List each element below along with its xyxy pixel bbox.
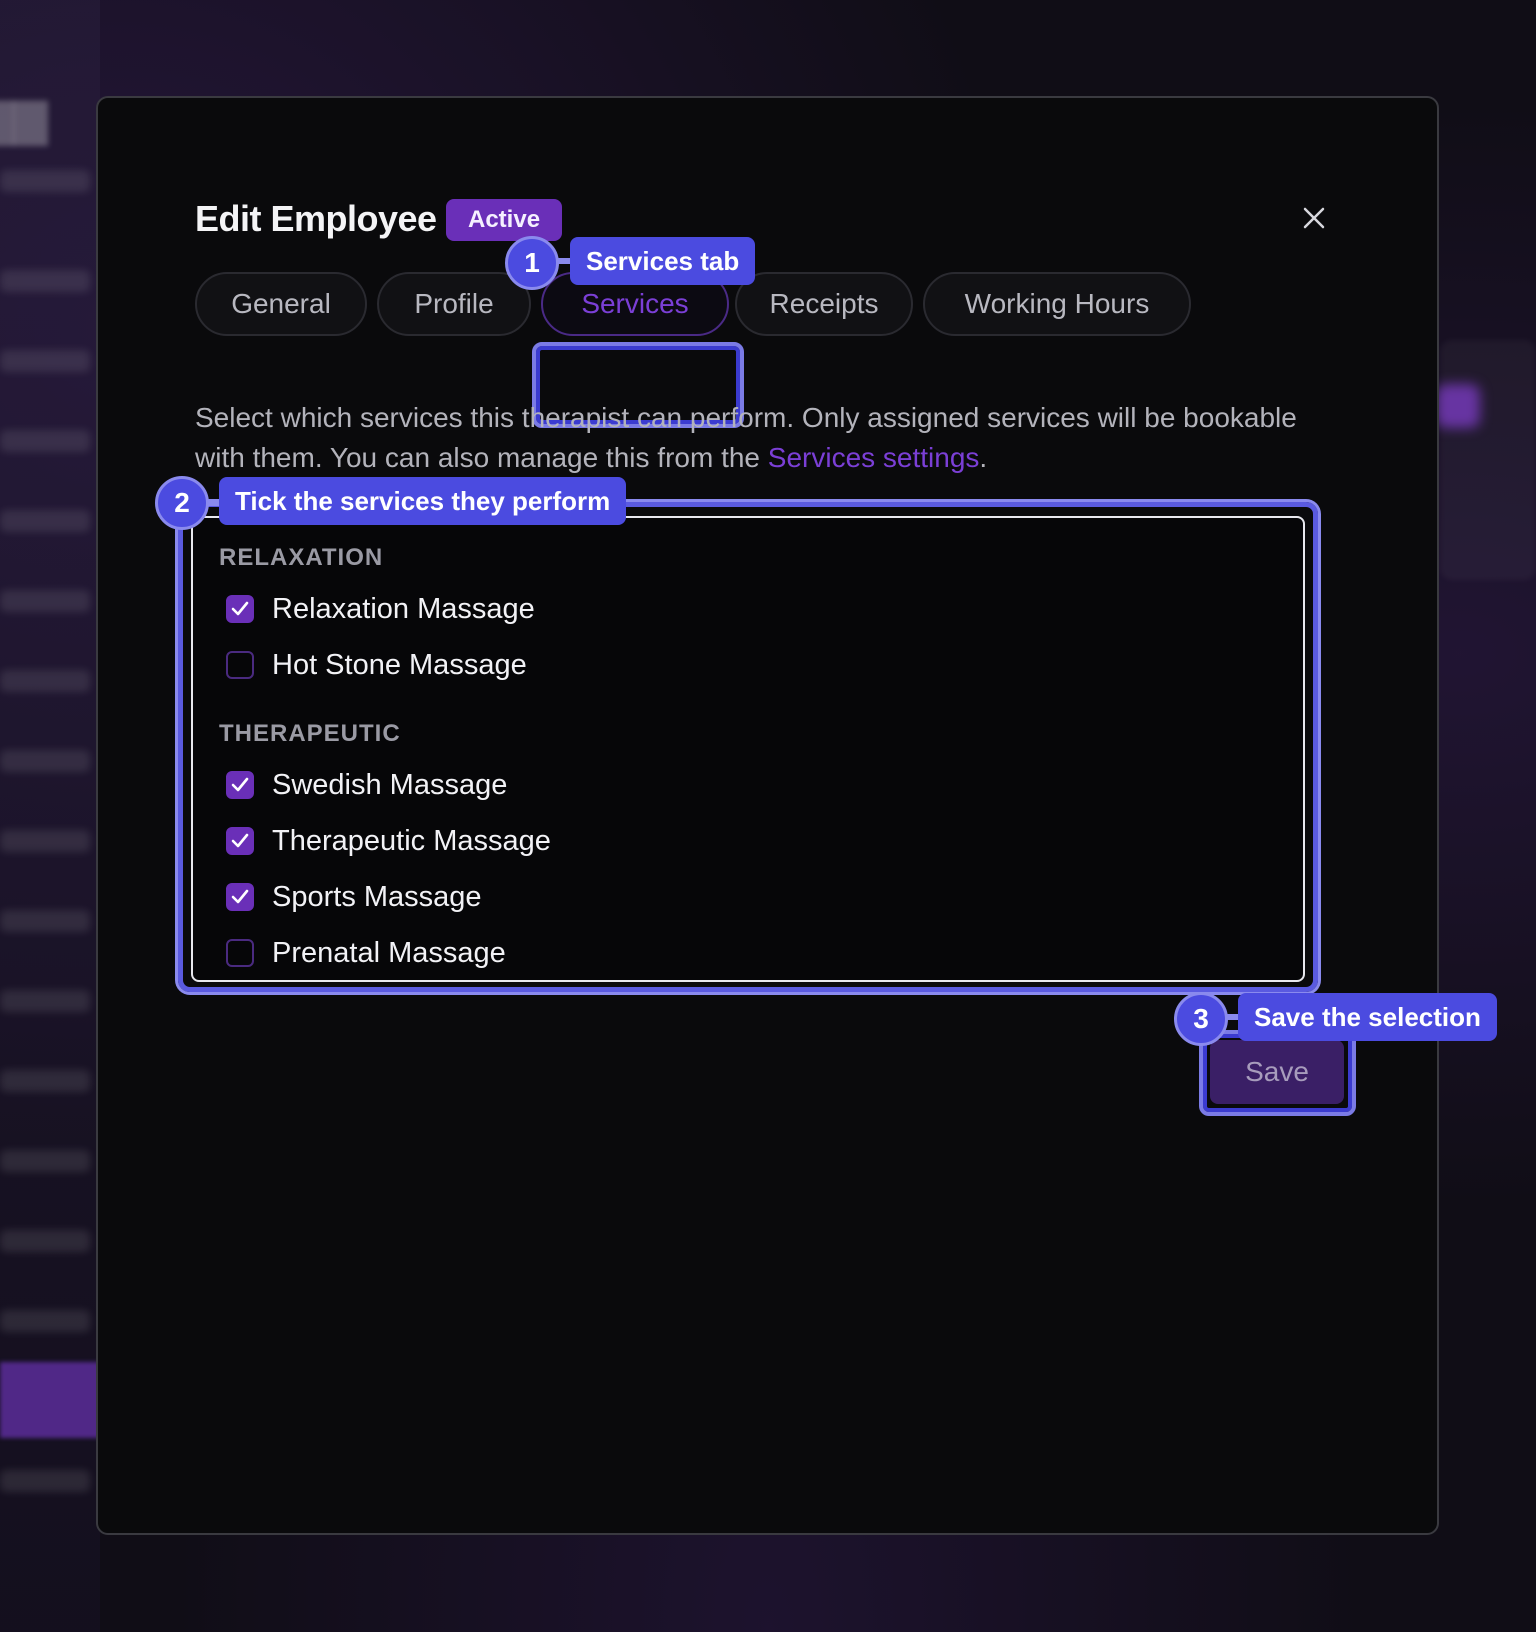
service-label: Therapeutic Massage <box>272 824 551 857</box>
annotation-step-badge: 2 <box>155 476 209 530</box>
group-label-relaxation: RELAXATION <box>219 544 384 571</box>
background-nav-item <box>0 750 90 772</box>
modal-title: Edit Employee <box>195 198 437 239</box>
description-text: Select which services this therapist can… <box>195 402 1297 473</box>
service-label: Hot Stone Massage <box>272 648 527 681</box>
checkbox-checked[interactable] <box>226 827 254 855</box>
tab-profile[interactable]: Profile <box>377 272 531 336</box>
service-label: Swedish Massage <box>272 768 508 801</box>
description-suffix: . <box>979 442 988 473</box>
annotation-step-label: Save the selection <box>1238 993 1497 1041</box>
background-pill <box>1436 384 1480 428</box>
checkmark-icon <box>231 833 249 848</box>
service-label: Relaxation Massage <box>272 592 535 625</box>
tab-receipts[interactable]: Receipts <box>735 272 913 336</box>
checkmark-icon <box>231 889 249 904</box>
service-item-swedish-massage[interactable]: Swedish Massage <box>226 765 507 805</box>
background-nav-active <box>0 1362 100 1438</box>
service-item-relaxation-massage[interactable]: Relaxation Massage <box>226 589 535 629</box>
background-nav-item <box>0 350 90 372</box>
background-nav-item <box>0 510 90 532</box>
background-nav-item <box>0 590 90 612</box>
background-nav-item <box>0 910 90 932</box>
group-label-therapeutic: THERAPEUTIC <box>219 720 401 747</box>
annotation-step-badge: 3 <box>1174 992 1228 1046</box>
background-heading: ▇▇ <box>0 96 48 145</box>
checkbox-unchecked[interactable] <box>226 651 254 679</box>
background-nav-item <box>0 1070 90 1092</box>
services-description: Select which services this therapist can… <box>195 398 1315 478</box>
background-nav-item <box>0 990 90 1012</box>
background-nav-item <box>0 830 90 852</box>
service-item-therapeutic-massage[interactable]: Therapeutic Massage <box>226 821 551 861</box>
checkmark-icon <box>231 601 249 616</box>
background-card <box>1440 340 1536 580</box>
annotation-step-label: Tick the services they perform <box>219 477 627 525</box>
status-badge: Active <box>446 199 563 241</box>
background-nav-item <box>0 170 90 192</box>
close-icon <box>1303 207 1325 229</box>
service-item-prenatal-massage[interactable]: Prenatal Massage <box>226 933 506 973</box>
edit-employee-modal: Edit Employee Active General Profile Ser… <box>96 96 1439 1535</box>
close-button[interactable] <box>1298 202 1330 234</box>
services-settings-link[interactable]: Services settings <box>768 442 980 473</box>
background-nav-item <box>0 1470 90 1492</box>
checkmark-icon <box>231 777 249 792</box>
save-button[interactable]: Save <box>1210 1040 1344 1104</box>
checkbox-checked[interactable] <box>226 595 254 623</box>
tab-general[interactable]: General <box>195 272 367 336</box>
checkbox-unchecked[interactable] <box>226 939 254 967</box>
background-nav-item <box>0 1310 90 1332</box>
service-item-sports-massage[interactable]: Sports Massage <box>226 877 482 917</box>
background-nav-item <box>0 1230 90 1252</box>
tab-working-hours[interactable]: Working Hours <box>923 272 1191 336</box>
checkbox-checked[interactable] <box>226 883 254 911</box>
background-nav-item <box>0 430 90 452</box>
service-label: Sports Massage <box>272 880 482 913</box>
service-label: Prenatal Massage <box>272 936 506 969</box>
service-item-hot-stone-massage[interactable]: Hot Stone Massage <box>226 645 527 685</box>
background-nav-item <box>0 670 90 692</box>
annotation-step-label: Services tab <box>570 237 756 285</box>
background-nav-item <box>0 1150 90 1172</box>
checkbox-checked[interactable] <box>226 771 254 799</box>
background-nav-item <box>0 270 90 292</box>
annotation-step-badge: 1 <box>505 236 559 290</box>
